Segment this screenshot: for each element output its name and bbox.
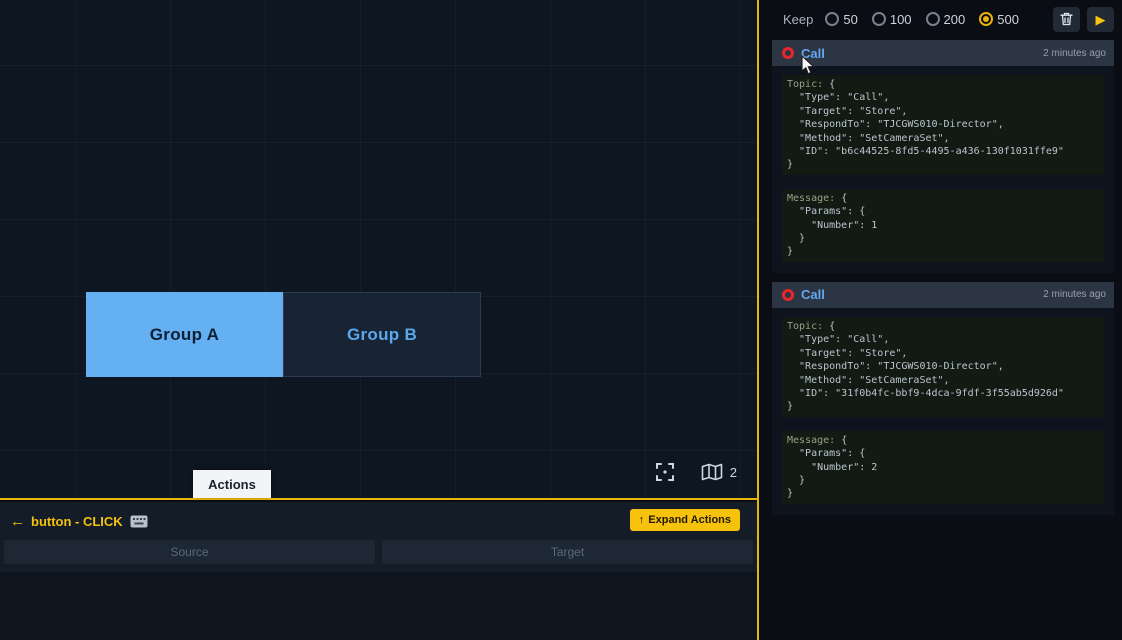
- scene-canvas[interactable]: Group A Group B 2: [0, 0, 757, 500]
- keep-option-50[interactable]: 50: [825, 12, 857, 27]
- group-a-label: Group A: [150, 325, 219, 345]
- source-input[interactable]: [4, 540, 375, 564]
- message-card-header[interactable]: Call 2 minutes ago: [772, 282, 1114, 308]
- radio-icon: [926, 12, 940, 26]
- actions-tab-label: Actions: [208, 477, 256, 492]
- keep-option-200[interactable]: 200: [926, 12, 966, 27]
- topic-body: { "Type": "Call", "Target": "Store", "Re…: [787, 79, 1064, 170]
- message-label: Message:: [787, 193, 835, 204]
- keep-option-100[interactable]: 100: [872, 12, 912, 27]
- message-card[interactable]: Call 2 minutes ago Topic: { "Type": "Cal…: [772, 40, 1114, 273]
- message-block: Message: { "Params": { "Number": 2 } }: [782, 431, 1104, 504]
- message-card-header[interactable]: Call 2 minutes ago: [772, 40, 1114, 66]
- message-card-body: Topic: { "Type": "Call", "Target": "Stor…: [772, 308, 1114, 515]
- group-b-button[interactable]: Group B: [283, 292, 481, 377]
- message-label: Message:: [787, 435, 835, 446]
- message-timestamp: 2 minutes ago: [1043, 289, 1106, 300]
- call-status-icon: [782, 289, 794, 301]
- actions-panel-title: button - CLICK: [31, 514, 123, 529]
- map-icon: [701, 463, 723, 481]
- topic-label: Topic:: [787, 321, 823, 332]
- play-icon: ▶: [1096, 13, 1106, 26]
- expand-actions-label: Expand Actions: [648, 514, 731, 526]
- fit-view-icon: [655, 462, 675, 482]
- keep-options: 50 100 200 500: [825, 12, 1019, 27]
- keep-option-label: 500: [997, 12, 1019, 27]
- expand-actions-button[interactable]: ↑ Expand Actions: [630, 509, 740, 531]
- app-root: Group A Group B 2: [0, 0, 1122, 640]
- back-arrow[interactable]: ←: [10, 513, 25, 530]
- fit-view-button[interactable]: [655, 462, 675, 482]
- keep-option-label: 200: [944, 12, 966, 27]
- keep-option-label: 50: [843, 12, 857, 27]
- radio-icon: [872, 12, 886, 26]
- message-list: Call 2 minutes ago Topic: { "Type": "Cal…: [759, 38, 1122, 515]
- call-status-icon: [782, 47, 794, 59]
- map-button[interactable]: 2: [701, 463, 737, 481]
- keep-option-500[interactable]: 500: [979, 12, 1019, 27]
- message-type-label: Call: [801, 287, 825, 302]
- keep-label: Keep: [783, 12, 813, 27]
- message-type-label: Call: [801, 46, 825, 61]
- map-count: 2: [730, 465, 737, 480]
- radio-icon: [825, 12, 839, 26]
- message-block: Message: { "Params": { "Number": 1 } }: [782, 189, 1104, 262]
- message-card-body: Topic: { "Type": "Call", "Target": "Stor…: [772, 66, 1114, 273]
- radio-icon: [979, 12, 993, 26]
- left-column: Group A Group B 2: [0, 0, 759, 640]
- actions-panel: ← button - CLICK ↑ Expand Actions: [0, 502, 757, 640]
- keep-option-label: 100: [890, 12, 912, 27]
- actions-panel-inputs: [0, 540, 757, 564]
- clear-log-button[interactable]: [1053, 7, 1080, 32]
- canvas-tools: 2: [655, 462, 737, 482]
- keep-bar: Keep 50 100 200 500 ▶: [759, 0, 1122, 38]
- topic-label: Topic:: [787, 79, 823, 90]
- trash-icon: [1060, 12, 1073, 26]
- expand-arrow-icon: ↑: [639, 514, 645, 526]
- actions-empty-area: [0, 572, 757, 640]
- log-panel: Keep 50 100 200 500 ▶ Call 2 minutes ago To…: [759, 0, 1122, 640]
- message-card[interactable]: Call 2 minutes ago Topic: { "Type": "Cal…: [772, 282, 1114, 515]
- actions-panel-header: ← button - CLICK ↑ Expand Actions: [0, 502, 757, 540]
- play-button[interactable]: ▶: [1087, 7, 1114, 32]
- topic-body: { "Type": "Call", "Target": "Store", "Re…: [787, 321, 1064, 412]
- topic-block: Topic: { "Type": "Call", "Target": "Stor…: [782, 75, 1104, 175]
- keyboard-icon: [130, 515, 148, 528]
- topic-block: Topic: { "Type": "Call", "Target": "Stor…: [782, 317, 1104, 417]
- target-input[interactable]: [382, 540, 753, 564]
- group-a-button[interactable]: Group A: [86, 292, 283, 377]
- message-timestamp: 2 minutes ago: [1043, 48, 1106, 59]
- group-b-label: Group B: [347, 325, 417, 345]
- actions-tab[interactable]: Actions: [193, 470, 271, 498]
